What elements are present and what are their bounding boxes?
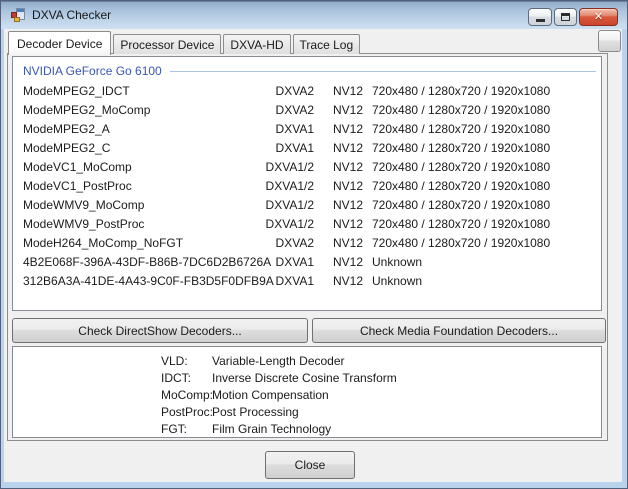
decoder-format: NV12 — [333, 121, 364, 136]
maximize-icon — [561, 13, 570, 21]
decoder-name: 4B2E068F-396A-43DF-B86B-7DC6D2B6726A — [23, 254, 272, 269]
legend-term: IDCT: — [161, 371, 191, 385]
decoder-name: 312B6A3A-41DE-4A43-9C0F-FB3D5F0DFB9A — [23, 273, 274, 288]
close-icon: ✕ — [593, 10, 604, 23]
legend-row: MoComp: Motion Compensation — [161, 387, 601, 404]
decoder-row[interactable]: ModeMPEG2_MoComp DXVA2 NV12 720x480 / 1280x… — [13, 100, 601, 119]
minimize-icon — [535, 19, 545, 22]
maximize-button[interactable] — [554, 8, 577, 26]
decoder-format: NV12 — [333, 197, 364, 212]
tab-row-corner-button[interactable] — [598, 30, 621, 52]
decoder-resolutions: 720x480 / 1280x720 / 1920x1080 — [372, 235, 551, 250]
decoder-row[interactable]: ModeH264_MoComp_NoFGT DXVA2 NV12 720x480 / … — [13, 233, 601, 252]
legend-term: MoComp: — [161, 388, 214, 402]
decoder-rows: ModeMPEG2_IDCT DXVA2 NV12 720x480 / 1280x72… — [13, 81, 601, 290]
decoder-api: DXVA1/2 — [265, 197, 314, 212]
device-name: NVIDIA GeForce Go 6100 — [23, 64, 162, 78]
tab-processor-device[interactable]: Processor Device — [113, 34, 222, 54]
device-group-header: NVIDIA GeForce Go 6100 — [13, 61, 601, 81]
decoder-format: NV12 — [333, 273, 364, 288]
decoder-api: DXVA1 — [275, 254, 314, 269]
window-title: DXVA Checker — [32, 8, 112, 22]
close-button[interactable]: Close — [265, 451, 355, 479]
decoder-format: NV12 — [333, 216, 364, 231]
legend-row: PostProc: Post Processing — [161, 404, 601, 421]
legend-definition: Post Processing — [212, 405, 299, 419]
decoder-resolutions: 720x480 / 1280x720 / 1920x1080 — [372, 83, 551, 98]
decoder-api: DXVA1 — [275, 121, 314, 136]
legend-term: PostProc: — [161, 405, 214, 419]
decoder-resolutions: 720x480 / 1280x720 / 1920x1080 — [372, 102, 551, 117]
decoder-format: NV12 — [333, 159, 364, 174]
decoder-resolutions: 720x480 / 1280x720 / 1920x1080 — [372, 140, 551, 155]
decoder-name: ModeVC1_PostProc — [23, 178, 132, 193]
decoder-row[interactable]: ModeWMV9_PostProc DXVA1/2 NV12 720x480 / 12… — [13, 214, 601, 233]
title-bar[interactable]: DXVA Checker ✕ — [1, 1, 627, 29]
decoder-name: ModeMPEG2_IDCT — [23, 83, 130, 98]
legend-definition: Motion Compensation — [212, 388, 329, 402]
decoder-row[interactable]: 4B2E068F-396A-43DF-B86B-7DC6D2B6726A DXVA… — [13, 252, 601, 271]
decoder-format: NV12 — [333, 83, 364, 98]
legend-row: VLD: Variable-Length Decoder — [161, 353, 601, 370]
check-directshow-button[interactable]: Check DirectShow Decoders... — [12, 318, 308, 343]
decoder-row[interactable]: 312B6A3A-41DE-4A43-9C0F-FB3D5F0DFB9A DXVA… — [13, 271, 601, 290]
decoder-api: DXVA2 — [275, 102, 314, 117]
decoder-resolutions: Unknown — [372, 273, 423, 288]
client-area: Decoder Device Processor Device DXVA-HD Tra… — [4, 29, 622, 482]
decoder-format: NV12 — [333, 254, 364, 269]
close-window-button[interactable]: ✕ — [579, 8, 618, 26]
tab-dxva-hd[interactable]: DXVA-HD — [223, 34, 291, 54]
decoder-format: NV12 — [333, 140, 364, 155]
legend-term: FGT: — [161, 422, 187, 436]
legend-definition: Inverse Discrete Cosine Transform — [212, 371, 397, 385]
decoder-row[interactable]: ModeMPEG2_C DXVA1 NV12 720x480 / 1280x720 /… — [13, 138, 601, 157]
legend-panel: VLD: Variable-Length Decoder IDCT: Inverse … — [12, 346, 602, 438]
decoder-resolutions: 720x480 / 1280x720 / 1920x1080 — [372, 159, 551, 174]
decoder-api: DXVA1 — [275, 273, 314, 288]
app-window: DXVA Checker ✕ Decoder Device Processor D… — [0, 0, 628, 489]
decoder-row[interactable]: ModeWMV9_MoComp DXVA1/2 NV12 720x480 / 1280… — [13, 195, 601, 214]
legend-row: FGT: Film Grain Technology — [161, 421, 601, 437]
decoder-api: DXVA1/2 — [265, 159, 314, 174]
app-icon — [10, 7, 26, 23]
decoder-api: DXVA1/2 — [265, 216, 314, 231]
legend-term: VLD: — [161, 354, 188, 368]
decoder-name: ModeMPEG2_A — [23, 121, 110, 136]
decoder-name: ModeMPEG2_MoComp — [23, 102, 151, 117]
decoder-format: NV12 — [333, 102, 364, 117]
caption-buttons: ✕ — [528, 8, 618, 26]
decoder-row[interactable]: ModeMPEG2_IDCT DXVA2 NV12 720x480 / 1280x72… — [13, 81, 601, 100]
tab-strip: Decoder Device Processor Device DXVA-HD Tra… — [8, 30, 362, 55]
minimize-button[interactable] — [528, 8, 552, 26]
tab-trace-log[interactable]: Trace Log — [292, 34, 361, 54]
decoder-resolutions: Unknown — [372, 254, 423, 269]
decoder-row[interactable]: ModeMPEG2_A DXVA1 NV12 720x480 / 1280x720 /… — [13, 119, 601, 138]
decoder-api: DXVA2 — [275, 235, 314, 250]
legend-row: IDCT: Inverse Discrete Cosine Transform — [161, 370, 601, 387]
tab-page-decoder-device: NVIDIA GeForce Go 6100 ModeMPEG2_IDCT DXV… — [7, 53, 608, 441]
decoder-format: NV12 — [333, 235, 364, 250]
decoder-resolutions: 720x480 / 1280x720 / 1920x1080 — [372, 216, 551, 231]
group-header-line — [169, 70, 596, 72]
decoder-format: NV12 — [333, 178, 364, 193]
decoder-list[interactable]: NVIDIA GeForce Go 6100 ModeMPEG2_IDCT DXV… — [12, 56, 602, 311]
decoder-resolutions: 720x480 / 1280x720 / 1920x1080 — [372, 178, 551, 193]
decoder-name: ModeMPEG2_C — [23, 140, 111, 155]
decoder-api: DXVA1/2 — [265, 178, 314, 193]
decoder-resolutions: 720x480 / 1280x720 / 1920x1080 — [372, 197, 551, 212]
decoder-name: ModeWMV9_PostProc — [23, 216, 145, 231]
decoder-row[interactable]: ModeVC1_PostProc DXVA1/2 NV12 720x480 / 128… — [13, 176, 601, 195]
check-media-foundation-button[interactable]: Check Media Foundation Decoders... — [312, 318, 606, 343]
decoder-api: DXVA1 — [275, 140, 314, 155]
legend-definition: Film Grain Technology — [212, 422, 332, 436]
decoder-resolutions: 720x480 / 1280x720 / 1920x1080 — [372, 121, 551, 136]
decoder-name: ModeH264_MoComp_NoFGT — [23, 235, 184, 250]
decoder-api: DXVA2 — [275, 83, 314, 98]
legend-definition: Variable-Length Decoder — [212, 354, 345, 368]
decoder-name: ModeWMV9_MoComp — [23, 197, 145, 212]
tab-decoder-device[interactable]: Decoder Device — [8, 31, 112, 55]
decoder-row[interactable]: ModeVC1_MoComp DXVA1/2 NV12 720x480 / 1280x… — [13, 157, 601, 176]
decoder-name: ModeVC1_MoComp — [23, 159, 132, 174]
